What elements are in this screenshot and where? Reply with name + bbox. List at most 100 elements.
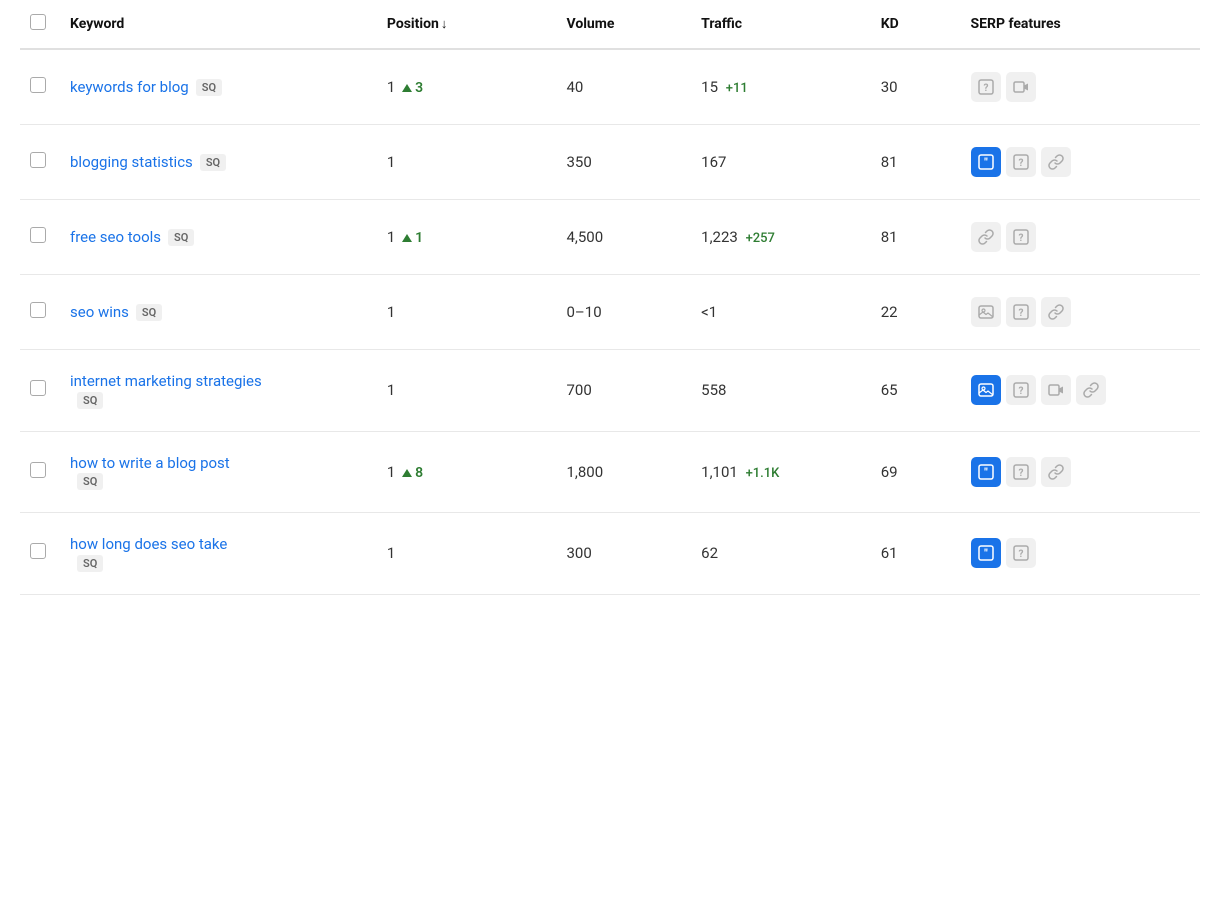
link-icon[interactable] — [1076, 375, 1106, 405]
col-header-volume[interactable]: Volume — [556, 0, 691, 49]
sq-badge: SQ — [136, 304, 162, 321]
traffic-cell: <1 — [691, 275, 871, 350]
row-checkbox[interactable] — [30, 462, 46, 478]
link-icon[interactable] — [1041, 147, 1071, 177]
row-checkbox-cell — [20, 431, 60, 513]
kd-cell: 81 — [871, 125, 961, 200]
row-checkbox[interactable] — [30, 380, 46, 396]
serp-icons-container: ? — [971, 297, 1190, 327]
traffic-cell: 15 +11 — [691, 49, 871, 125]
svg-text:?: ? — [1018, 158, 1023, 169]
arrow-up-icon — [402, 469, 412, 477]
keyword-row1: internet marketing strategies — [70, 372, 367, 390]
sq-badge: SQ — [77, 473, 103, 490]
image-icon[interactable] — [971, 375, 1001, 405]
keyword-row1: seo wins SQ — [70, 303, 367, 322]
row-checkbox-cell — [20, 125, 60, 200]
row-checkbox[interactable] — [30, 77, 46, 93]
arrow-up-icon — [402, 234, 412, 242]
featured-icon[interactable]: " — [971, 147, 1001, 177]
featured-icon[interactable]: " — [971, 538, 1001, 568]
row-checkbox-cell — [20, 513, 60, 595]
kd-cell: 30 — [871, 49, 961, 125]
keyword-link[interactable]: blogging statistics — [70, 153, 193, 171]
serp-features-cell: " ? — [961, 513, 1200, 595]
row-checkbox-cell — [20, 49, 60, 125]
volume-cell: 4,500 — [556, 200, 691, 275]
serp-features-cell: ? — [961, 200, 1200, 275]
keyword-link[interactable]: internet marketing strategies — [70, 372, 262, 390]
question-icon[interactable]: ? — [1006, 375, 1036, 405]
table-row: seo winsSQ10–10<122 ? — [20, 275, 1200, 350]
image-icon[interactable] — [971, 297, 1001, 327]
link-icon[interactable] — [1041, 457, 1071, 487]
row-checkbox-cell — [20, 350, 60, 432]
kd-cell: 81 — [871, 200, 961, 275]
sq-badge: SQ — [196, 79, 222, 96]
keyword-row1: free seo tools SQ — [70, 228, 367, 247]
serp-icons-container: ? — [971, 375, 1190, 405]
select-all-header[interactable] — [20, 0, 60, 49]
col-header-keyword: Keyword — [60, 0, 377, 49]
keyword-cell: how to write a blog postSQ — [60, 431, 377, 513]
sq-badge: SQ — [168, 229, 194, 246]
serp-icons-container: " ? — [971, 457, 1190, 487]
svg-text:": " — [984, 466, 988, 479]
traffic-change: +257 — [746, 231, 775, 246]
row-checkbox[interactable] — [30, 152, 46, 168]
volume-cell: 350 — [556, 125, 691, 200]
serp-features-cell: " ? — [961, 125, 1200, 200]
select-all-checkbox[interactable] — [30, 14, 46, 30]
question-icon[interactable]: ? — [971, 72, 1001, 102]
question-icon[interactable]: ? — [1006, 297, 1036, 327]
serp-features-cell: ? — [961, 350, 1200, 432]
keyword-link[interactable]: free seo tools — [70, 228, 161, 246]
position-cell: 1 — [377, 350, 557, 432]
volume-cell: 300 — [556, 513, 691, 595]
position-change: 3 — [415, 80, 423, 96]
table-row: blogging statisticsSQ135016781 " ? — [20, 125, 1200, 200]
kd-cell: 69 — [871, 431, 961, 513]
kd-cell: 61 — [871, 513, 961, 595]
question-icon[interactable]: ? — [1006, 222, 1036, 252]
sort-arrow-icon: ↓ — [441, 16, 448, 32]
keyword-link[interactable]: how to write a blog post — [70, 454, 230, 472]
link-icon[interactable] — [1041, 297, 1071, 327]
position-cell: 1 1 — [377, 200, 557, 275]
video-icon[interactable] — [1041, 375, 1071, 405]
row-checkbox[interactable] — [30, 227, 46, 243]
question-icon[interactable]: ? — [1006, 538, 1036, 568]
row-checkbox[interactable] — [30, 543, 46, 559]
sq-badge: SQ — [77, 392, 103, 409]
featured-icon[interactable]: " — [971, 457, 1001, 487]
keyword-row1: how long does seo take — [70, 535, 367, 553]
col-header-position[interactable]: Position↓ — [377, 0, 557, 49]
col-header-kd[interactable]: KD — [871, 0, 961, 49]
question-icon[interactable]: ? — [1006, 147, 1036, 177]
col-header-traffic[interactable]: Traffic — [691, 0, 871, 49]
table-header-row: Keyword Position↓ Volume Traffic KD SERP… — [20, 0, 1200, 49]
svg-text:?: ? — [1018, 549, 1023, 560]
svg-text:": " — [984, 156, 988, 169]
keyword-link[interactable]: keywords for blog — [70, 78, 189, 96]
serp-features-cell: ? — [961, 49, 1200, 125]
row-checkbox[interactable] — [30, 302, 46, 318]
link-icon[interactable] — [971, 222, 1001, 252]
svg-text:": " — [984, 547, 988, 560]
traffic-cell: 167 — [691, 125, 871, 200]
svg-text:?: ? — [1018, 308, 1023, 319]
keyword-cell: keywords for blog SQ — [60, 49, 377, 125]
volume-cell: 1,800 — [556, 431, 691, 513]
traffic-cell: 1,101 +1.1K — [691, 431, 871, 513]
keyword-row2: SQ — [70, 390, 367, 409]
svg-text:?: ? — [1018, 233, 1023, 244]
keyword-cell: internet marketing strategies SQ — [60, 350, 377, 432]
question-icon[interactable]: ? — [1006, 457, 1036, 487]
keyword-cell: seo wins SQ — [60, 275, 377, 350]
keyword-row1: blogging statistics SQ — [70, 153, 367, 172]
keyword-link[interactable]: how long does seo take — [70, 535, 227, 553]
keyword-link[interactable]: seo wins — [70, 303, 129, 321]
video-icon[interactable] — [1006, 72, 1036, 102]
position-cell: 1 8 — [377, 431, 557, 513]
sq-badge: SQ — [200, 154, 226, 171]
